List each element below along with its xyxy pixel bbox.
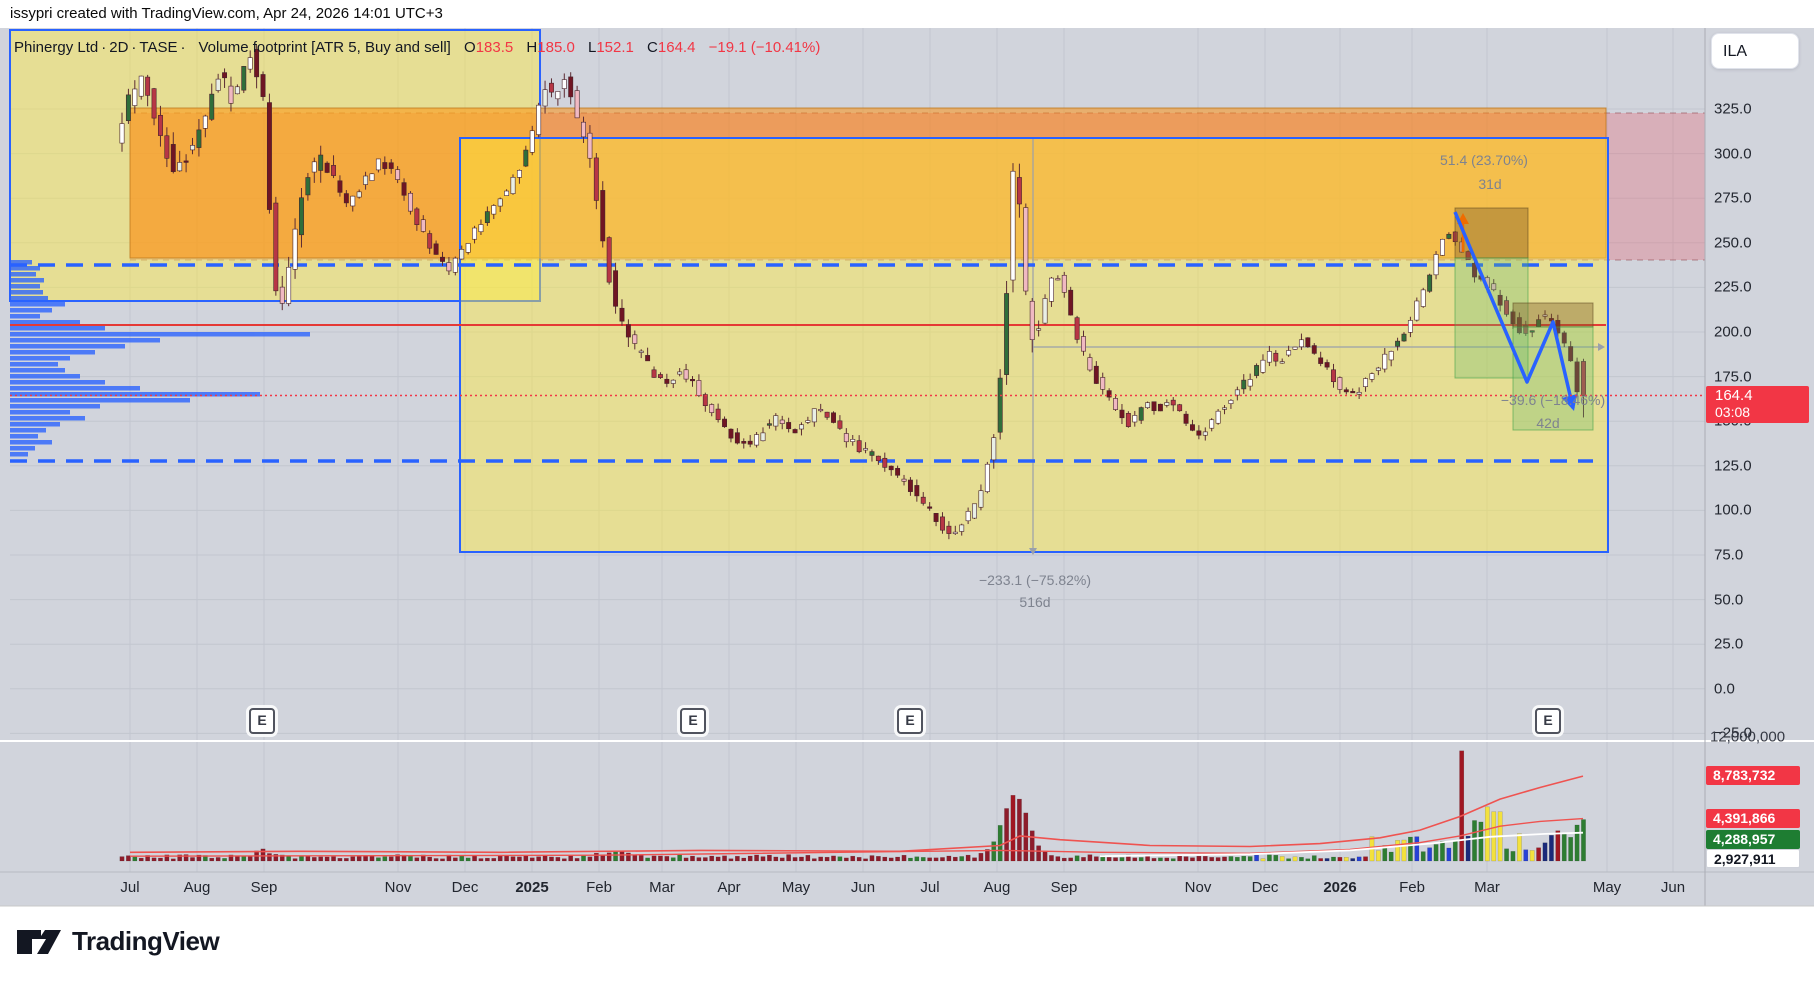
time-tick-label: Sep <box>250 879 278 896</box>
price-tick-label: 50.0 <box>1714 591 1744 609</box>
measure-rally-label: 51.4 (23.70%) <box>1440 152 1528 168</box>
last-price-label: 164.4 03:08 <box>1706 386 1809 423</box>
price-tick-label: 0.0 <box>1714 680 1735 698</box>
last-price-value: 164.4 <box>1715 387 1753 404</box>
price-tick-label: 200.0 <box>1714 323 1752 341</box>
time-tick-label: Nov <box>384 879 412 896</box>
price-tick-label: 175.0 <box>1714 368 1752 386</box>
volume-value-label: 4,288,957 <box>1706 830 1800 849</box>
tradingview-screenshot: issypri created with TradingView.com, Ap… <box>0 0 1814 981</box>
indicator-label[interactable]: Volume footprint [ATR 5, Buy and sell] <box>199 39 451 56</box>
measure-bigdrop-label: −233.1 (−75.82%) <box>978 572 1092 588</box>
long-position-1-risk[interactable] <box>1454 207 1529 259</box>
chart-legend[interactable]: Phinergy Ltd · 2D · TASE · Volume footprint [A… <box>14 39 820 56</box>
legend-separator: · <box>180 39 186 56</box>
price-tick-label: 125.0 <box>1714 457 1752 475</box>
legend-separator: · <box>131 39 137 56</box>
price-tick-label: 225.0 <box>1714 278 1752 296</box>
time-tick-label: Mar <box>649 879 675 896</box>
time-tick-label: Jul <box>120 879 140 896</box>
price-tick-label: 250.0 <box>1714 234 1752 252</box>
ohlc-open: O183.5 <box>464 39 514 56</box>
ohlc-close: C164.4 <box>647 39 696 56</box>
time-tick-label: May <box>781 879 811 896</box>
earnings-marker[interactable]: E <box>249 708 275 734</box>
time-tick-label: Jun <box>1660 879 1686 896</box>
time-tick-label: Apr <box>717 879 741 896</box>
symbol-title[interactable]: Phinergy Ltd <box>14 39 98 56</box>
price-tick-label: 325.0 <box>1714 100 1752 118</box>
legend-separator: · <box>101 39 107 56</box>
time-tick-label: Dec <box>451 879 479 896</box>
tradingview-icon <box>17 929 61 954</box>
time-tick-label: Sep <box>1050 879 1078 896</box>
time-tick-label: Jul <box>920 879 940 896</box>
time-tick-label: Aug <box>983 879 1011 896</box>
time-tick-label: 2025 <box>515 879 549 896</box>
last-price-countdown: 03:08 <box>1715 404 1751 420</box>
earnings-marker[interactable]: E <box>897 708 923 734</box>
yellow-zone-2[interactable] <box>459 137 1609 553</box>
time-tick-label: Feb <box>586 879 612 896</box>
symbol-search-box[interactable]: ILA <box>1711 33 1799 69</box>
price-tick-label: 75.0 <box>1714 546 1744 564</box>
measure-decline-days: 42d <box>1536 415 1560 431</box>
measure-decline-label: −39.6 (−18.46%) <box>1500 392 1606 408</box>
earnings-marker[interactable]: E <box>1535 708 1561 734</box>
volume-value-label: 4,391,866 <box>1706 809 1800 828</box>
price-tick-label: 25.0 <box>1714 635 1744 653</box>
time-tick-label: 2026 <box>1323 879 1357 896</box>
time-tick-label: Feb <box>1399 879 1425 896</box>
time-tick-label: Jun <box>850 879 876 896</box>
time-tick-label: May <box>1592 879 1622 896</box>
interval-label[interactable]: 2D <box>109 39 128 56</box>
price-tick-label: 300.0 <box>1714 145 1752 163</box>
measure-rally-days: 31d <box>1478 176 1502 192</box>
attribution-text: issypri created with TradingView.com, Ap… <box>10 5 443 22</box>
time-tick-label: Nov <box>1184 879 1212 896</box>
measure-bigdrop-days: 516d <box>1019 594 1051 610</box>
time-tick-label: Dec <box>1251 879 1279 896</box>
tradingview-wordmark: TradingView <box>72 926 220 956</box>
volume-value-label: 8,783,732 <box>1706 766 1800 785</box>
volume-axis-top-label: 12,000,000 <box>1710 728 1786 746</box>
time-tick-label: Mar <box>1474 879 1500 896</box>
chart-canvas[interactable] <box>0 0 1814 981</box>
price-tick-label: 100.0 <box>1714 501 1752 519</box>
earnings-marker[interactable]: E <box>680 708 706 734</box>
tradingview-logo[interactable]: TradingView <box>16 926 220 957</box>
exchange-label: TASE <box>139 39 178 56</box>
ohlc-low: L152.1 <box>587 39 634 56</box>
ohlc-high: H185.0 <box>526 39 575 56</box>
time-tick-label: Aug <box>183 879 211 896</box>
price-tick-label: 275.0 <box>1714 189 1752 207</box>
ohlc-change: −19.1 (−10.41%) <box>708 39 821 56</box>
volume-value-label: 2,927,911 <box>1706 849 1800 868</box>
